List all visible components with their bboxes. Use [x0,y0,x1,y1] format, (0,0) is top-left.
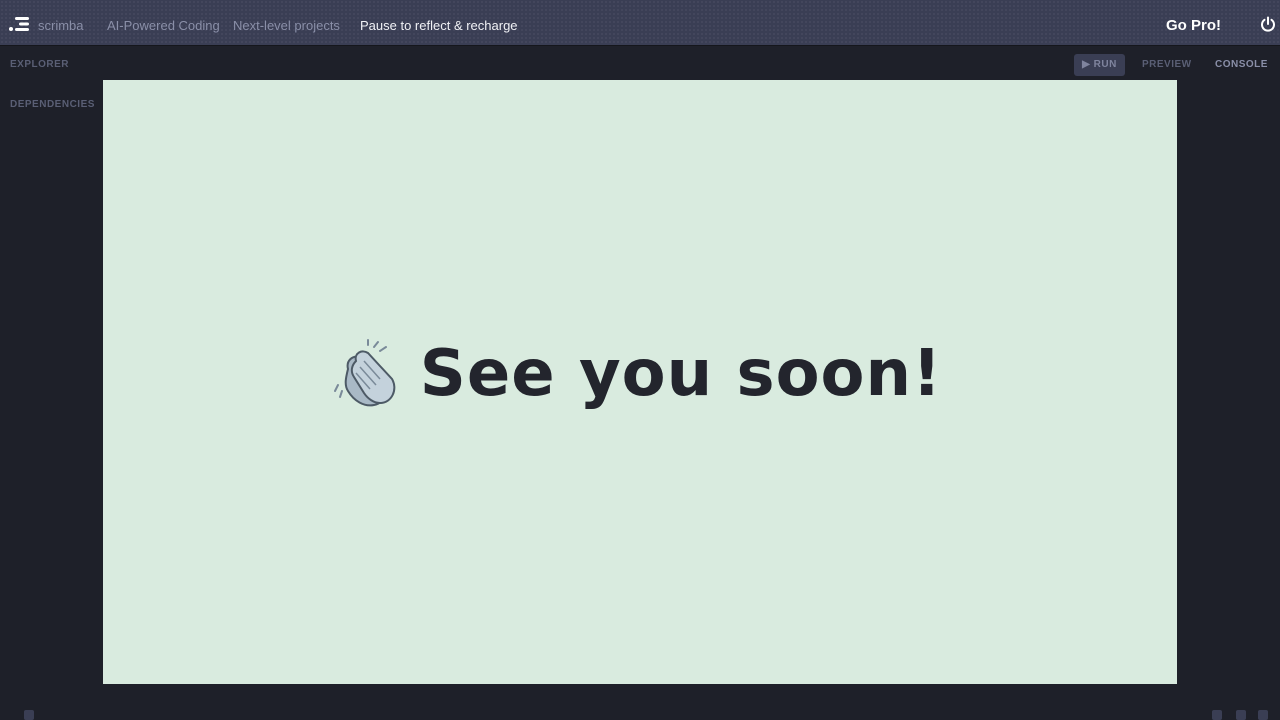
bottom-bar [0,684,1280,720]
power-icon[interactable] [1260,16,1276,32]
breadcrumb-module[interactable]: Next-level projects [233,18,340,33]
explorer-tab[interactable]: EXPLORER [10,59,69,70]
layout-icon[interactable] [24,710,34,720]
dependencies-tab[interactable]: DEPENDENCIES [10,99,95,110]
fullscreen-icon[interactable] [1212,710,1222,720]
clapping-hands-icon [333,339,396,407]
brand-name[interactable]: scrimba [38,18,84,33]
headline: See you soon! [419,337,943,411]
breadcrumb-lesson[interactable]: Pause to reflect & recharge [360,18,518,33]
top-bar: scrimba AI-Powered Coding Next-level pro… [0,0,1280,46]
headline-row: See you soon! [333,337,943,411]
go-pro-button[interactable]: Go Pro! [1166,17,1221,34]
sidebar: EXPLORER DEPENDENCIES [0,46,103,720]
preview-tab[interactable]: PREVIEW [1142,54,1192,76]
breadcrumb-course[interactable]: AI-Powered Coding [107,18,220,33]
run-button[interactable]: ▶ RUN [1074,54,1125,76]
menu-icon[interactable] [1258,710,1268,720]
preview-content: See you soon! [103,80,1177,684]
preview-pane: See you soon! [103,80,1177,684]
console-tab[interactable]: CONSOLE [1215,54,1268,76]
gear-icon[interactable] [1236,710,1246,720]
right-gutter [1177,80,1280,684]
scrimba-logo-icon[interactable] [8,16,30,32]
